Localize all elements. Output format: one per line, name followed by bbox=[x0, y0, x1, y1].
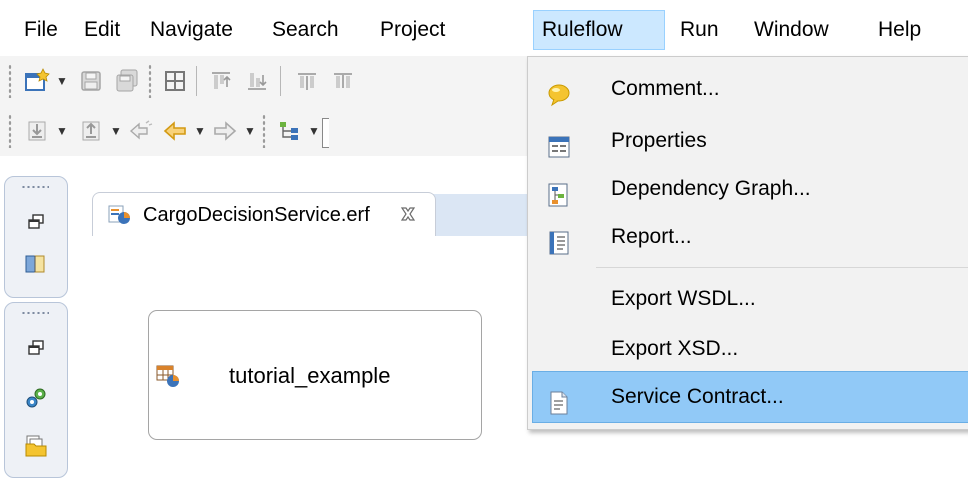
menu-item-report[interactable]: Report... bbox=[532, 211, 968, 263]
comment-icon bbox=[546, 76, 572, 107]
grid-icon[interactable] bbox=[158, 64, 192, 98]
menu-edit[interactable]: Edit bbox=[76, 10, 128, 50]
menu-search[interactable]: Search bbox=[264, 10, 347, 50]
forward-dropdown-arrow-icon[interactable]: ▼ bbox=[242, 118, 258, 144]
import-icon[interactable] bbox=[20, 114, 54, 148]
ruleflow-dropdown-arrow-icon[interactable]: ▼ bbox=[306, 118, 322, 144]
menu-item-properties[interactable]: Properties bbox=[532, 115, 968, 167]
back-history-icon[interactable] bbox=[124, 114, 158, 148]
restore-icon[interactable] bbox=[19, 205, 53, 239]
distribute-icon[interactable] bbox=[290, 64, 324, 98]
rule-table-icon bbox=[155, 363, 181, 394]
toolbar-separator bbox=[280, 66, 281, 96]
restore-icon[interactable] bbox=[19, 331, 53, 365]
toolbar-grip[interactable] bbox=[262, 114, 266, 148]
stack-grip[interactable] bbox=[21, 311, 49, 315]
menu-item-comment[interactable]: Comment... bbox=[532, 63, 968, 115]
ruleflow-menu: Comment... Properties Dependency Graph..… bbox=[527, 56, 968, 430]
new-dropdown-arrow-icon[interactable]: ▼ bbox=[54, 68, 70, 94]
minimized-stack-bottom bbox=[4, 302, 68, 478]
menu-item-label: Export XSD... bbox=[611, 337, 739, 360]
export-icon[interactable] bbox=[74, 114, 108, 148]
editor-tab[interactable]: CargoDecisionService.erf bbox=[92, 192, 436, 236]
export-dropdown-arrow-icon[interactable]: ▼ bbox=[108, 118, 124, 144]
menu-item-label: Comment... bbox=[611, 77, 720, 100]
minimized-stack-top bbox=[4, 176, 68, 298]
gears-icon[interactable] bbox=[19, 381, 53, 415]
align-top-icon[interactable] bbox=[204, 64, 238, 98]
properties-icon bbox=[546, 128, 572, 158]
service-contract-icon bbox=[546, 384, 572, 415]
menu-help[interactable]: Help bbox=[870, 10, 929, 50]
dependency-graph-icon bbox=[546, 176, 572, 207]
main-toolbar: ▼ bbox=[0, 56, 530, 106]
toolbar-grip[interactable] bbox=[8, 64, 12, 98]
new-wizard-icon[interactable] bbox=[20, 64, 54, 98]
distribute-alt-icon[interactable] bbox=[326, 64, 360, 98]
close-tab-icon[interactable] bbox=[397, 203, 419, 225]
align-bottom-icon[interactable] bbox=[240, 64, 274, 98]
book-icon[interactable] bbox=[19, 247, 53, 281]
save-icon[interactable] bbox=[74, 64, 108, 98]
back-icon[interactable] bbox=[158, 114, 192, 148]
report-icon bbox=[546, 224, 572, 255]
menu-item-label: Service Contract... bbox=[611, 385, 784, 408]
menu-separator bbox=[596, 267, 968, 268]
menu-item-label: Export WSDL... bbox=[611, 287, 756, 310]
menu-ruleflow[interactable]: Ruleflow bbox=[533, 10, 665, 50]
toolbar-separator bbox=[196, 66, 197, 96]
menu-file[interactable]: File bbox=[16, 10, 66, 50]
stack-grip[interactable] bbox=[21, 185, 49, 189]
back-dropdown-arrow-icon[interactable]: ▼ bbox=[192, 118, 208, 144]
menu-item-label: Properties bbox=[611, 129, 707, 152]
menu-bar: File Edit Navigate Search Project Rulefl… bbox=[0, 0, 968, 56]
secondary-toolbar: ▼ ▼ ▼ ▼ ▼ bbox=[0, 106, 530, 156]
ruleflow-file-icon bbox=[107, 203, 133, 232]
menu-project[interactable]: Project bbox=[372, 10, 453, 50]
menu-item-label: Report... bbox=[611, 225, 692, 248]
node-label: tutorial_example bbox=[229, 363, 391, 388]
folder-pages-icon[interactable] bbox=[19, 429, 53, 463]
editor-tab-label: CargoDecisionService.erf bbox=[143, 204, 370, 226]
ruleflow-node[interactable]: tutorial_example bbox=[148, 310, 482, 440]
toolbar-grip[interactable] bbox=[148, 64, 152, 98]
menu-item-label: Dependency Graph... bbox=[611, 177, 811, 200]
menu-item-export-wsdl[interactable]: Export WSDL... bbox=[532, 273, 968, 325]
menu-item-dependency-graph[interactable]: Dependency Graph... bbox=[532, 163, 968, 215]
menu-navigate[interactable]: Navigate bbox=[142, 10, 241, 50]
menu-window[interactable]: Window bbox=[746, 10, 837, 50]
ruleflow-diagram-icon[interactable] bbox=[272, 114, 306, 148]
forward-icon[interactable] bbox=[208, 114, 242, 148]
menu-item-export-xsd[interactable]: Export XSD... bbox=[532, 323, 968, 375]
menu-run[interactable]: Run bbox=[672, 10, 727, 50]
menu-item-service-contract[interactable]: Service Contract... bbox=[532, 371, 968, 423]
toolbar-grip[interactable] bbox=[8, 114, 12, 148]
save-all-icon[interactable] bbox=[110, 64, 144, 98]
toolbar-combo-edge[interactable] bbox=[322, 118, 329, 148]
import-dropdown-arrow-icon[interactable]: ▼ bbox=[54, 118, 70, 144]
